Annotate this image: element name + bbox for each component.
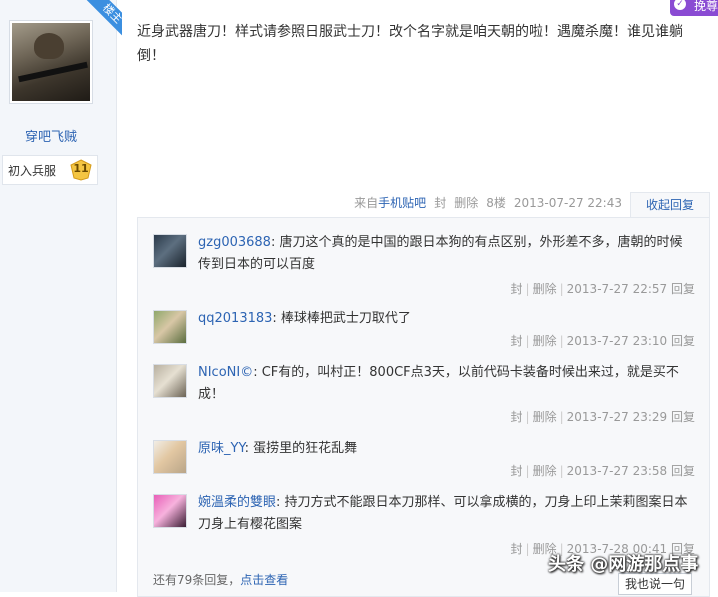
op-badge-label: 楼主	[86, 0, 122, 40]
reply-meta: 封 | 删除 | 2013-7-27 23:58 回复	[510, 464, 695, 478]
post-time: 2013-07-27 22:43	[513, 195, 622, 210]
more-replies-text: 还有79条回复，	[153, 573, 241, 587]
view-more-link[interactable]: 点击查看	[240, 573, 288, 587]
collapse-replies-button[interactable]: 收起回复	[630, 192, 710, 218]
reply-meta: 封 | 删除 | 2013-7-27 22:57 回复	[510, 282, 695, 296]
reply-text: 婉溫柔的雙眼: 持刀方式不能跟日本刀那样、可以拿成横的，刀身上印上茉莉图案日本刀…	[198, 492, 688, 536]
post-tail: 来自手机贴吧 封 删除 8楼 2013-07-27 22:43	[346, 194, 622, 211]
op-badge: 楼主	[82, 0, 122, 40]
seal-button[interactable]: 封	[434, 194, 446, 211]
reply-meta: 封 | 删除 | 2013-7-27 23:29 回复	[510, 410, 695, 424]
reply-avatar[interactable]	[153, 234, 187, 268]
reply-avatar[interactable]	[153, 310, 187, 344]
reply-button[interactable]: 回复	[671, 464, 695, 478]
reply-seal-button[interactable]: 封	[511, 282, 523, 296]
reply-content: : 唐刀这个真的是中国的跟日本狗的有点区别，外形差不多，唐朝的时候传到日本的可以…	[198, 235, 683, 272]
rank-level-number: 11	[73, 162, 89, 175]
thumb-icon: ✓	[674, 0, 686, 10]
reply-time: 2013-7-27 23:29	[566, 410, 668, 424]
reply-seal-button[interactable]: 封	[511, 410, 523, 424]
reply-avatar[interactable]	[153, 494, 187, 528]
reply-delete-button[interactable]: 删除	[533, 282, 557, 296]
reply-avatar[interactable]	[153, 364, 187, 398]
reply-username[interactable]: NIcoNI©	[198, 365, 253, 380]
reply-avatar[interactable]	[153, 440, 187, 474]
author-username[interactable]: 穿吧飞贼	[0, 126, 102, 145]
reply-text: NIcoNI©: CF有的，叫村正！800CF点3天，以前代码卡装备时候出来过，…	[198, 362, 688, 406]
watermark: 头条 @网游那点事	[548, 554, 699, 575]
reply-content: : CF有的，叫村正！800CF点3天，以前代码卡装备时候出来过，就是买不成！	[198, 365, 679, 402]
reply-content: : 棒球棒把武士刀取代了	[272, 311, 411, 326]
rank-label: 初入兵服	[8, 163, 57, 178]
post-source-link[interactable]: 手机贴吧	[378, 196, 426, 210]
reply-delete-button[interactable]: 删除	[533, 464, 557, 478]
reply-delete-button[interactable]: 删除	[533, 334, 557, 348]
reply-button[interactable]: 回复	[671, 282, 695, 296]
author-rank[interactable]: 初入兵服 11	[2, 155, 98, 185]
reply-time: 2013-7-27 23:10	[566, 334, 668, 348]
author-sidebar: 楼主 穿吧飞贼 初入兵服 11	[0, 0, 122, 592]
reply-time: 2013-7-27 23:58	[566, 464, 668, 478]
post-content: 近身武器唐刀！样式请参照日服武士刀！改个名字就是咱天朝的啦！遇魔杀魔！谁见谁躺倒…	[137, 24, 683, 64]
reply-content: : 蛋捞里的狂花乱舞	[244, 441, 358, 456]
reply-username[interactable]: 婉溫柔的雙眼	[198, 495, 276, 510]
reply-seal-button[interactable]: 封	[511, 542, 523, 556]
reply-delete-button[interactable]: 删除	[533, 410, 557, 424]
post-source-prefix: 来自	[354, 196, 379, 210]
floor-number: 8楼	[486, 196, 506, 210]
top-tag-label: 挽尊	[693, 0, 718, 13]
rank-level-icon: 11	[70, 159, 92, 181]
avatar-image	[12, 23, 90, 101]
reply-username[interactable]: gzg003688	[198, 235, 271, 250]
author-avatar[interactable]	[9, 20, 93, 104]
more-replies: 还有79条回复，点击查看	[153, 571, 288, 588]
reply-seal-button[interactable]: 封	[511, 464, 523, 478]
reply-time: 2013-7-27 22:57	[566, 282, 668, 296]
delete-button[interactable]: 删除	[454, 194, 478, 211]
reply-button[interactable]: 回复	[671, 334, 695, 348]
reply-username[interactable]: 原味_YY	[198, 441, 245, 456]
reply-username[interactable]: qq2013183	[198, 311, 272, 326]
post-source: 来自手机贴吧	[354, 194, 426, 211]
reply-text: gzg003688: 唐刀这个真的是中国的跟日本狗的有点区别，外形差不多，唐朝的…	[198, 232, 688, 276]
reply-seal-button[interactable]: 封	[511, 334, 523, 348]
reply-button[interactable]: 回复	[671, 410, 695, 424]
reply-meta: 封 | 删除 | 2013-7-27 23:10 回复	[510, 334, 695, 348]
reply-text: 原味_YY: 蛋捞里的狂花乱舞	[198, 438, 688, 460]
reply-list: gzg003688: 唐刀这个真的是中国的跟日本狗的有点区别，外形差不多，唐朝的…	[137, 217, 710, 597]
top-tag-button[interactable]: ✓ 挽尊	[670, 0, 718, 16]
reply-text: qq2013183: 棒球棒把武士刀取代了	[198, 308, 688, 330]
